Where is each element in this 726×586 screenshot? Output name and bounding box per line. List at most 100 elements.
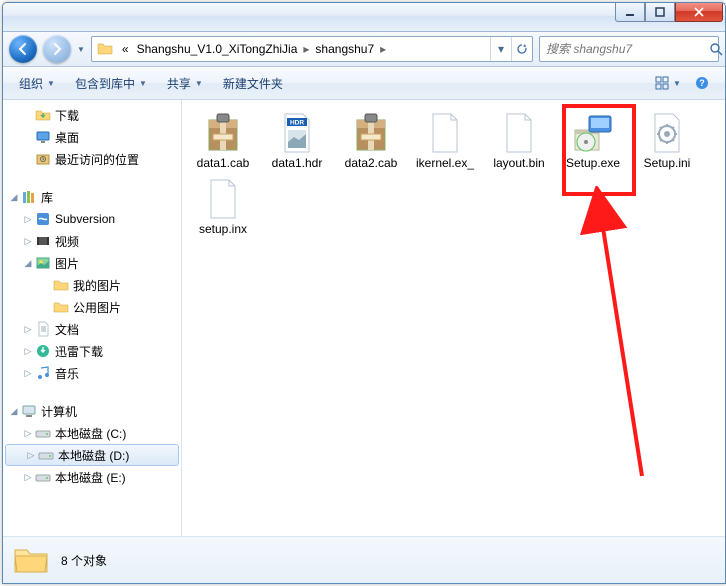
- sidebar-item-label: 桌面: [55, 129, 79, 146]
- search-box[interactable]: [539, 36, 719, 62]
- desktop-icon: [35, 129, 51, 145]
- archive-icon: [203, 112, 243, 154]
- nav-row: ▼ « Shangshu_V1.0_XiTongZhiJia ▸ shangsh…: [3, 32, 725, 67]
- sidebar-item-downloads[interactable]: 下载: [3, 104, 181, 126]
- file-item[interactable]: data1.cab: [186, 112, 260, 170]
- file-item[interactable]: data2.cab: [334, 112, 408, 170]
- expand-icon[interactable]: ◢: [21, 258, 35, 269]
- expand-icon[interactable]: ◢: [7, 192, 21, 203]
- sidebar-item-drive-c[interactable]: ▷ 本地磁盘 (C:): [3, 422, 181, 444]
- generic-file-icon: [501, 112, 537, 154]
- view-options-button[interactable]: ▼: [653, 71, 683, 95]
- breadcrumb-1[interactable]: Shangshu_V1.0_XiTongZhiJia: [133, 42, 302, 56]
- maximize-button[interactable]: [645, 3, 675, 22]
- forward-button[interactable]: [43, 35, 71, 63]
- sidebar-item-publicpictures[interactable]: 公用图片: [3, 296, 181, 318]
- navigation-pane[interactable]: 下载 桌面 最近访问的位置 ◢ 库 ▷ Subversion: [3, 100, 182, 562]
- title-bar: [3, 3, 725, 32]
- sidebar-item-pictures[interactable]: ◢ 图片: [3, 252, 181, 274]
- file-name: ikernel.ex_: [416, 156, 474, 170]
- expand-icon[interactable]: ▷: [21, 346, 35, 357]
- expand-icon[interactable]: ▷: [21, 428, 35, 439]
- file-item[interactable]: ikernel.ex_: [408, 112, 482, 170]
- file-pane[interactable]: data1.cab HDR data1.hdr data2.cab ikerne…: [182, 100, 725, 562]
- help-button[interactable]: ?: [687, 71, 717, 95]
- refresh-button[interactable]: [511, 37, 532, 61]
- sidebar-item-label: 迅雷下载: [55, 343, 103, 360]
- sidebar-item-label: 下载: [55, 107, 79, 124]
- drive-icon: [35, 469, 51, 485]
- address-bar[interactable]: « Shangshu_V1.0_XiTongZhiJia ▸ shangshu7…: [91, 36, 533, 62]
- minimize-button[interactable]: [615, 3, 645, 22]
- organize-button[interactable]: 组织▼: [11, 71, 63, 96]
- sidebar-item-label: 计算机: [41, 403, 77, 420]
- documents-icon: [35, 321, 51, 337]
- expand-icon[interactable]: ▷: [24, 450, 38, 461]
- sidebar-item-label: 视频: [55, 233, 79, 250]
- sidebar-item-music[interactable]: ▷ 音乐: [3, 362, 181, 384]
- address-dropdown[interactable]: ▾: [490, 37, 511, 61]
- expand-icon[interactable]: ▷: [21, 368, 35, 379]
- status-text: 8 个对象: [61, 552, 107, 569]
- breadcrumb-2[interactable]: shangshu7: [311, 42, 378, 56]
- sidebar-item-subversion[interactable]: ▷ Subversion: [3, 208, 181, 230]
- expand-icon[interactable]: ▷: [21, 214, 35, 225]
- subversion-icon: [35, 211, 51, 227]
- new-folder-button[interactable]: 新建文件夹: [215, 71, 291, 96]
- sidebar-item-label: 公用图片: [73, 299, 121, 316]
- file-item-setup-exe[interactable]: Setup.exe: [556, 112, 630, 170]
- file-name: data1.cab: [197, 156, 250, 170]
- sidebar-item-desktop[interactable]: 桌面: [3, 126, 181, 148]
- sidebar-item-label: 本地磁盘 (C:): [55, 425, 126, 442]
- expand-icon[interactable]: ▷: [21, 472, 35, 483]
- search-input[interactable]: [540, 42, 709, 56]
- sidebar-item-label: Subversion: [55, 212, 115, 226]
- sidebar-item-videos[interactable]: ▷ 视频: [3, 230, 181, 252]
- file-name: Setup.ini: [644, 156, 691, 170]
- file-item[interactable]: layout.bin: [482, 112, 556, 170]
- file-item[interactable]: Setup.ini: [630, 112, 704, 170]
- include-in-library-button[interactable]: 包含到库中▼: [67, 71, 155, 96]
- sidebar-item-label: 本地磁盘 (E:): [55, 469, 126, 486]
- svg-text:HDR: HDR: [290, 120, 304, 127]
- status-bar: 8 个对象: [3, 536, 725, 583]
- pictures-icon: [35, 255, 51, 271]
- folder-icon: [96, 40, 114, 58]
- hdr-file-icon: HDR: [277, 112, 317, 154]
- file-item[interactable]: setup.inx: [186, 178, 260, 236]
- window-buttons: [615, 3, 723, 22]
- file-name: Setup.exe: [566, 156, 620, 170]
- sidebar-item-label: 最近访问的位置: [55, 151, 139, 168]
- video-icon: [35, 233, 51, 249]
- archive-icon: [351, 112, 391, 154]
- generic-file-icon: [205, 178, 241, 220]
- sidebar-item-drive-e[interactable]: ▷ 本地磁盘 (E:): [3, 466, 181, 488]
- file-item[interactable]: HDR data1.hdr: [260, 112, 334, 170]
- chevron-right-icon[interactable]: ▸: [378, 42, 388, 56]
- close-button[interactable]: [675, 3, 723, 22]
- chevron-right-icon[interactable]: ▸: [301, 42, 311, 56]
- back-button[interactable]: [9, 35, 37, 63]
- sidebar-item-documents[interactable]: ▷ 文档: [3, 318, 181, 340]
- explorer-body: 下载 桌面 最近访问的位置 ◢ 库 ▷ Subversion: [3, 100, 725, 562]
- folder-icon: [53, 299, 69, 315]
- share-button[interactable]: 共享▼: [159, 71, 211, 96]
- breadcrumb-prefix[interactable]: «: [118, 42, 133, 56]
- sidebar-item-label: 图片: [55, 255, 79, 272]
- sidebar-item-label: 音乐: [55, 365, 79, 382]
- music-icon: [35, 365, 51, 381]
- expand-icon[interactable]: ▷: [21, 236, 35, 247]
- expand-icon[interactable]: ▷: [21, 324, 35, 335]
- sidebar-item-computer[interactable]: ◢ 计算机: [3, 400, 181, 422]
- file-name: data2.cab: [345, 156, 398, 170]
- sidebar-item-recent[interactable]: 最近访问的位置: [3, 148, 181, 170]
- sidebar-item-xunlei[interactable]: ▷ 迅雷下载: [3, 340, 181, 362]
- expand-icon[interactable]: ◢: [7, 406, 21, 417]
- sidebar-item-drive-d[interactable]: ▷ 本地磁盘 (D:): [5, 444, 179, 466]
- search-icon[interactable]: [709, 42, 723, 56]
- history-dropdown[interactable]: ▼: [77, 45, 85, 54]
- computer-icon: [21, 403, 37, 419]
- drive-icon: [35, 425, 51, 441]
- sidebar-item-mypictures[interactable]: 我的图片: [3, 274, 181, 296]
- sidebar-item-libraries[interactable]: ◢ 库: [3, 186, 181, 208]
